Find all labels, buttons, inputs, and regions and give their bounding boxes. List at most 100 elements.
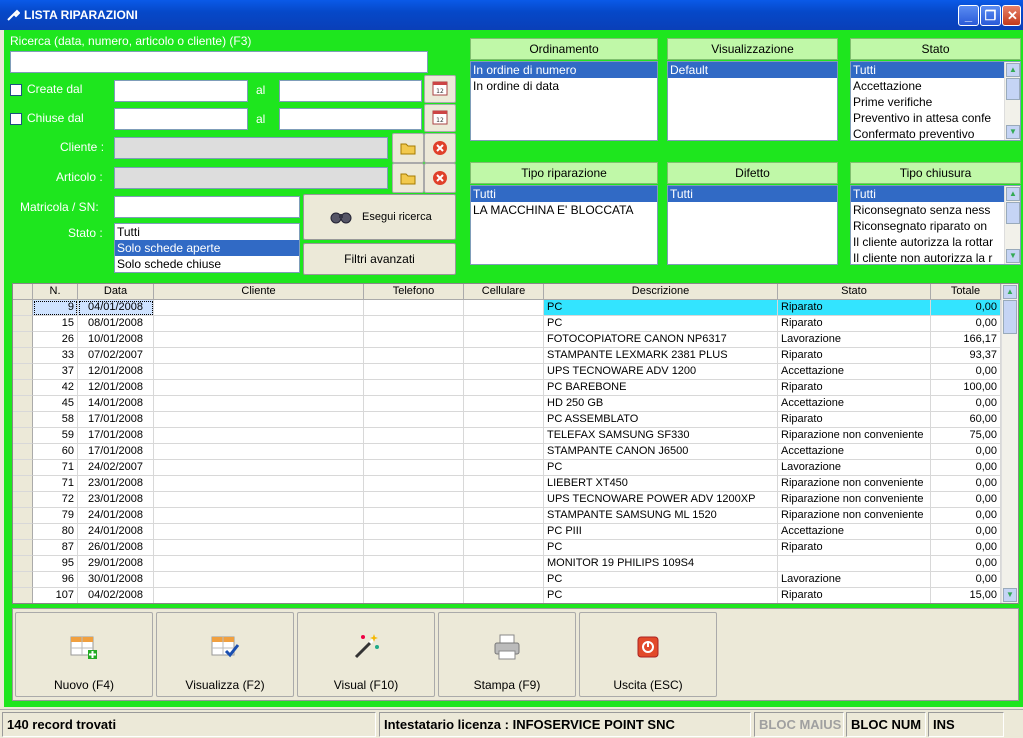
create-to-input[interactable] bbox=[279, 80, 422, 102]
articolo-clear-button[interactable] bbox=[424, 163, 456, 193]
row-indicator[interactable] bbox=[13, 380, 33, 396]
table-row[interactable]: 33 07/02/2007 STAMPANTE LEXMARK 2381 PLUS R… bbox=[13, 348, 1003, 364]
table-row[interactable]: 9 04/01/2008 PC Riparato 0,00 bbox=[13, 300, 1003, 316]
scroll-thumb[interactable] bbox=[1003, 300, 1017, 334]
scroll-up-icon[interactable]: ▲ bbox=[1006, 63, 1020, 77]
sort-panel-item[interactable]: In ordine di numero bbox=[471, 62, 657, 78]
row-indicator[interactable] bbox=[13, 332, 33, 348]
scroll-thumb[interactable] bbox=[1006, 78, 1020, 100]
stato-option[interactable]: Solo schede chiuse bbox=[115, 256, 299, 272]
table-row[interactable]: 107 04/02/2008 PC Riparato 15,00 bbox=[13, 588, 1003, 603]
table-row[interactable]: 26 10/01/2008 FOTOCOPIATORE CANON NP6317 La… bbox=[13, 332, 1003, 348]
cliente-input[interactable] bbox=[114, 137, 388, 159]
closed-from-input[interactable] bbox=[114, 108, 248, 130]
col-total-header[interactable]: Totale bbox=[931, 284, 1001, 300]
status-panel-item[interactable]: Accettazione bbox=[851, 78, 1004, 94]
table-row[interactable]: 45 14/01/2008 HD 250 GB Accettazione 0,00 bbox=[13, 396, 1003, 412]
minimize-button[interactable]: _ bbox=[958, 5, 979, 26]
stato-option[interactable]: Tutti bbox=[115, 224, 299, 240]
scroll-down-icon[interactable]: ▼ bbox=[1006, 249, 1020, 263]
cliente-browse-button[interactable] bbox=[392, 133, 424, 163]
table-row[interactable]: 42 12/01/2008 PC BAREBONE Riparato 100,00 bbox=[13, 380, 1003, 396]
row-indicator[interactable] bbox=[13, 364, 33, 380]
table-row[interactable]: 60 17/01/2008 STAMPANTE CANON J6500 Accetta… bbox=[13, 444, 1003, 460]
table-row[interactable]: 95 29/01/2008 MONITOR 19 PHILIPS 109S4 0,00 bbox=[13, 556, 1003, 572]
visual-button[interactable]: Visual (F10) bbox=[297, 612, 435, 697]
row-indicator[interactable] bbox=[13, 348, 33, 364]
repair-type-panel-item[interactable]: LA MACCHINA E' BLOCCATA bbox=[471, 202, 657, 218]
articolo-input[interactable] bbox=[114, 167, 388, 189]
row-indicator[interactable] bbox=[13, 396, 33, 412]
status-panel-item[interactable]: Tutti bbox=[851, 62, 1004, 78]
closure-type-panel-item[interactable]: Il cliente autorizza la rottar bbox=[851, 234, 1004, 250]
sort-panel-item[interactable]: In ordine di data bbox=[471, 78, 657, 94]
closed-to-input[interactable] bbox=[279, 108, 422, 130]
cliente-clear-button[interactable] bbox=[424, 133, 456, 163]
create-from-input[interactable] bbox=[114, 80, 248, 102]
advanced-filters-button[interactable]: Filtri avanzati bbox=[303, 243, 456, 275]
matricola-input[interactable] bbox=[114, 196, 300, 218]
closed-date-checkbox[interactable] bbox=[10, 113, 22, 125]
scroll-up-icon[interactable]: ▲ bbox=[1003, 285, 1017, 299]
table-row[interactable]: 15 08/01/2008 PC Riparato 0,00 bbox=[13, 316, 1003, 332]
col-number-header[interactable]: N. bbox=[33, 284, 78, 300]
row-indicator[interactable] bbox=[13, 588, 33, 603]
new-button[interactable]: Nuovo (F4) bbox=[15, 612, 153, 697]
col-phone-header[interactable]: Telefono bbox=[364, 284, 464, 300]
table-row[interactable]: 80 24/01/2008 PC PIII Accettazione 0,00 bbox=[13, 524, 1003, 540]
row-indicator[interactable] bbox=[13, 572, 33, 588]
status-panel-listbox[interactable]: Tutti Accettazione Prime verifiche Preventi… bbox=[850, 61, 1021, 141]
row-indicator[interactable] bbox=[13, 476, 33, 492]
row-indicator[interactable] bbox=[13, 460, 33, 476]
col-description-header[interactable]: Descrizione bbox=[544, 284, 778, 300]
title-bar[interactable]: LISTA RIPARAZIONI _ ❐ ✕ bbox=[0, 0, 1023, 30]
create-date-checkbox[interactable] bbox=[10, 84, 22, 96]
row-indicator[interactable] bbox=[13, 524, 33, 540]
closure-type-panel-item[interactable]: Il cliente non autorizza la r bbox=[851, 250, 1004, 264]
closure-type-panel-item[interactable]: Riconsegnato senza ness bbox=[851, 202, 1004, 218]
row-indicator[interactable] bbox=[13, 300, 33, 316]
closure-type-panel-listbox[interactable]: Tutti Riconsegnato senza ness Riconsegnato… bbox=[850, 185, 1021, 265]
closure-type-panel-scrollbar[interactable]: ▲ ▼ bbox=[1004, 186, 1020, 264]
scroll-down-icon[interactable]: ▼ bbox=[1006, 125, 1020, 139]
row-indicator[interactable] bbox=[13, 508, 33, 524]
repair-type-panel-item[interactable]: Tutti bbox=[471, 186, 657, 202]
col-mobile-header[interactable]: Cellulare bbox=[464, 284, 544, 300]
closure-type-panel-item[interactable]: Riconsegnato riparato on bbox=[851, 218, 1004, 234]
col-status-header[interactable]: Stato bbox=[778, 284, 931, 300]
row-indicator[interactable] bbox=[13, 556, 33, 572]
scroll-up-icon[interactable]: ▲ bbox=[1006, 187, 1020, 201]
search-button[interactable]: Esegui ricerca bbox=[303, 194, 456, 240]
row-indicator[interactable] bbox=[13, 412, 33, 428]
row-indicator[interactable] bbox=[13, 316, 33, 332]
row-indicator[interactable] bbox=[13, 492, 33, 508]
exit-button[interactable]: Uscita (ESC) bbox=[579, 612, 717, 697]
create-calendar-button[interactable]: 12 bbox=[424, 75, 456, 103]
repairs-table[interactable]: N. Data Cliente Telefono Cellulare Descrizion… bbox=[12, 283, 1019, 604]
row-indicator[interactable] bbox=[13, 444, 33, 460]
maximize-button[interactable]: ❐ bbox=[980, 5, 1001, 26]
status-panel-scrollbar[interactable]: ▲ ▼ bbox=[1004, 62, 1020, 140]
view-mode-panel-listbox[interactable]: Default bbox=[667, 61, 838, 141]
table-row[interactable]: 96 30/01/2008 PC Lavorazione 0,00 bbox=[13, 572, 1003, 588]
status-panel-item[interactable]: Preventivo in attesa confe bbox=[851, 110, 1004, 126]
defect-panel-listbox[interactable]: Tutti bbox=[667, 185, 838, 265]
repair-type-panel-listbox[interactable]: Tutti LA MACCHINA E' BLOCCATA bbox=[470, 185, 658, 265]
table-row[interactable]: 71 24/02/2007 PC Lavorazione 0,00 bbox=[13, 460, 1003, 476]
print-button[interactable]: Stampa (F9) bbox=[438, 612, 576, 697]
closed-calendar-button[interactable]: 12 bbox=[424, 104, 456, 132]
table-row[interactable]: 87 26/01/2008 PC Riparato 0,00 bbox=[13, 540, 1003, 556]
view-button[interactable]: Visualizza (F2) bbox=[156, 612, 294, 697]
scroll-thumb[interactable] bbox=[1006, 202, 1020, 224]
table-row[interactable]: 71 23/01/2008 LIEBERT XT450 Riparazione non… bbox=[13, 476, 1003, 492]
defect-panel-item[interactable]: Tutti bbox=[668, 186, 837, 202]
status-panel-item[interactable]: Prime verifiche bbox=[851, 94, 1004, 110]
view-mode-panel-item[interactable]: Default bbox=[668, 62, 837, 78]
row-indicator[interactable] bbox=[13, 428, 33, 444]
table-row[interactable]: 37 12/01/2008 UPS TECNOWARE ADV 1200 Accett… bbox=[13, 364, 1003, 380]
stato-option[interactable]: Solo schede aperte bbox=[115, 240, 299, 256]
status-panel-item[interactable]: Confermato preventivo bbox=[851, 126, 1004, 140]
scroll-down-icon[interactable]: ▼ bbox=[1003, 588, 1017, 602]
stato-listbox[interactable]: Tutti Solo schede aperte Solo schede chius… bbox=[114, 223, 300, 273]
search-input[interactable] bbox=[10, 51, 428, 73]
